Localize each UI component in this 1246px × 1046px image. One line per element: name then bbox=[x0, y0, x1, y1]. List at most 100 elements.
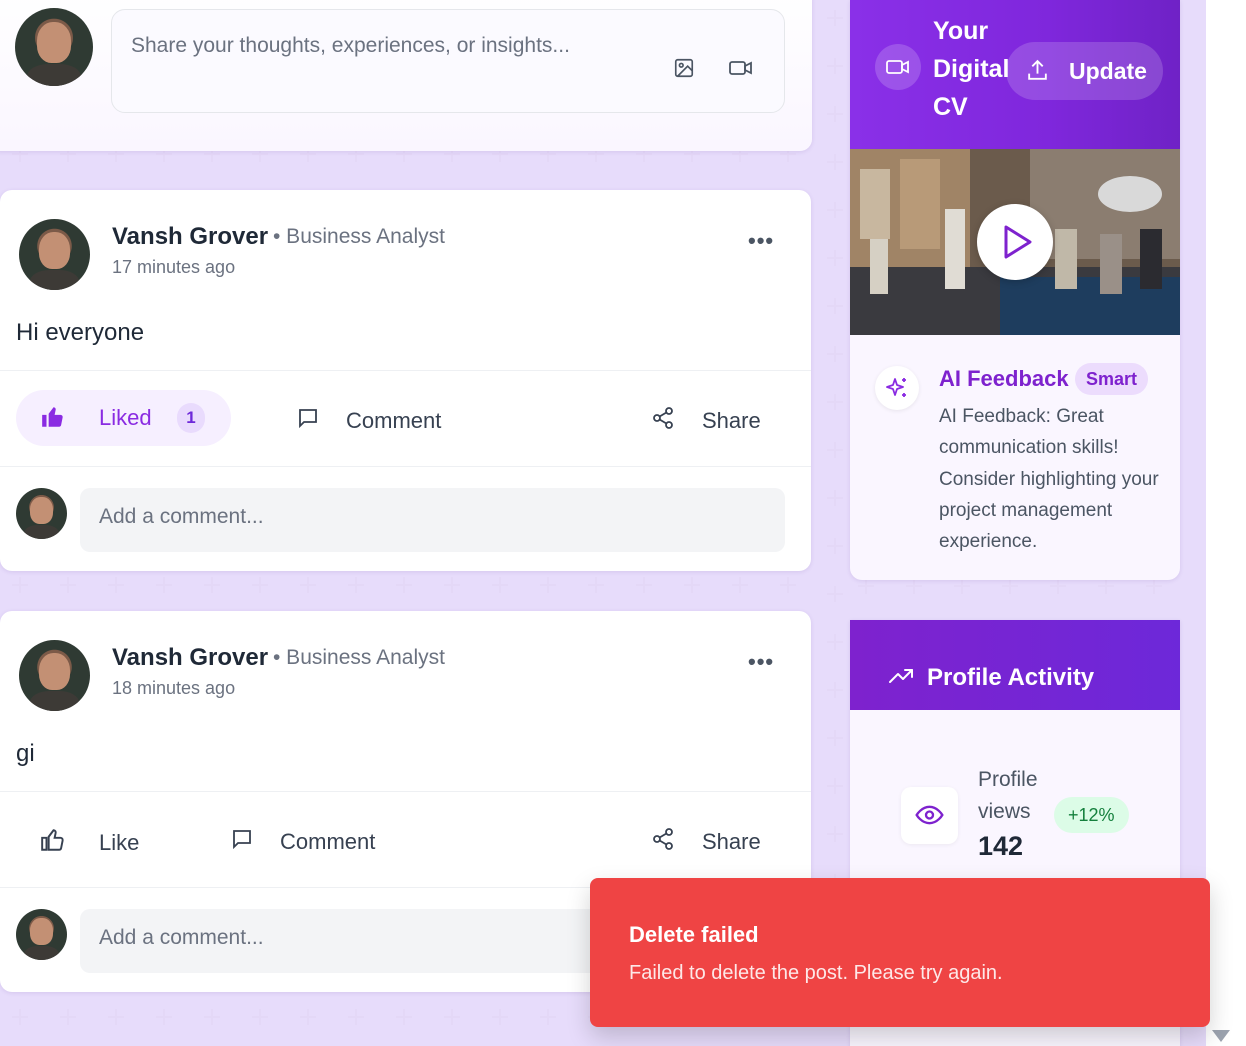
background-plus bbox=[156, 577, 172, 593]
background-plus bbox=[827, 250, 843, 266]
avatar[interactable] bbox=[15, 8, 93, 86]
background-plus bbox=[827, 778, 843, 794]
background-plus bbox=[827, 298, 843, 314]
background-plus bbox=[300, 577, 316, 593]
sparkles-icon bbox=[875, 366, 919, 410]
background-plus bbox=[108, 1009, 124, 1025]
comment-label: Comment bbox=[280, 829, 376, 854]
avatar[interactable] bbox=[19, 640, 90, 711]
comment-input[interactable]: Add a comment... bbox=[80, 488, 785, 552]
share-icon bbox=[651, 827, 675, 857]
update-cv-button[interactable]: Update bbox=[1006, 42, 1163, 100]
share-button[interactable]: Share bbox=[651, 406, 761, 436]
background-plus bbox=[300, 1009, 316, 1025]
thumbs-up-filled-icon bbox=[40, 404, 66, 435]
like-button[interactable]: Liked 1 bbox=[16, 390, 231, 446]
background-plus bbox=[396, 1009, 412, 1025]
profile-views-value: 142 bbox=[978, 831, 1024, 861]
toast-message: Failed to delete the post. Please try ag… bbox=[629, 962, 1003, 984]
background-plus bbox=[204, 1009, 220, 1025]
post-timestamp: 18 minutes ago bbox=[112, 678, 236, 698]
background-plus bbox=[348, 1009, 364, 1025]
digital-cv-card: Your Digital CV Update AI Feedback Smart… bbox=[850, 0, 1180, 580]
like-button[interactable]: Like bbox=[40, 827, 139, 859]
comment-label: Comment bbox=[346, 408, 442, 433]
ai-feedback-title: AI Feedback bbox=[939, 366, 1069, 391]
play-button[interactable] bbox=[977, 204, 1053, 280]
background-plus bbox=[827, 394, 843, 410]
background-plus bbox=[492, 1009, 508, 1025]
background-plus bbox=[108, 577, 124, 593]
cv-video-thumbnail[interactable] bbox=[850, 149, 1180, 335]
comment-placeholder: Add a comment... bbox=[99, 505, 264, 528]
share-icon bbox=[651, 406, 675, 436]
avatar bbox=[16, 909, 67, 960]
share-button[interactable]: Share bbox=[651, 827, 761, 857]
background-plus bbox=[827, 682, 843, 698]
like-label: Like bbox=[99, 830, 140, 855]
video-icon[interactable] bbox=[728, 57, 754, 84]
thumbs-up-icon bbox=[40, 827, 66, 859]
background-plus bbox=[906, 578, 922, 594]
comment-button[interactable]: Comment bbox=[296, 406, 441, 436]
profile-activity-header: Profile Activity bbox=[850, 620, 1180, 710]
background-plus bbox=[827, 154, 843, 170]
background-plus bbox=[252, 1009, 268, 1025]
toast-title: Delete failed bbox=[629, 922, 759, 947]
background-plus bbox=[732, 577, 748, 593]
profile-views-delta-badge: +12% bbox=[1054, 797, 1129, 833]
more-options-icon[interactable]: ••• bbox=[748, 228, 774, 254]
background-plus bbox=[348, 577, 364, 593]
background-plus bbox=[12, 1009, 28, 1025]
background-plus bbox=[780, 577, 796, 593]
background-plus bbox=[827, 442, 843, 458]
scrollbar-track[interactable] bbox=[1206, 0, 1246, 1046]
background-plus bbox=[396, 577, 412, 593]
background-plus bbox=[1050, 578, 1066, 594]
post-body: Hi everyone bbox=[16, 319, 145, 346]
error-toast[interactable]: Delete failed Failed to delete the post.… bbox=[590, 878, 1210, 1027]
background-plus bbox=[492, 577, 508, 593]
background-plus bbox=[827, 730, 843, 746]
background-plus bbox=[827, 634, 843, 650]
background-plus bbox=[12, 577, 28, 593]
post-author[interactable]: Vansh Grover bbox=[112, 644, 268, 672]
background-plus bbox=[60, 1009, 76, 1025]
trending-up-icon bbox=[888, 666, 914, 691]
post-author-role: • Business Analyst bbox=[273, 646, 445, 669]
background-plus bbox=[252, 577, 268, 593]
more-options-icon[interactable]: ••• bbox=[748, 649, 774, 675]
like-label: Liked bbox=[99, 405, 152, 430]
comment-icon bbox=[296, 406, 320, 436]
like-count: 1 bbox=[177, 403, 205, 433]
post-composer: Share your thoughts, experiences, or ins… bbox=[0, 0, 812, 151]
background-plus bbox=[954, 578, 970, 594]
upload-icon bbox=[1025, 58, 1050, 89]
background-plus bbox=[827, 10, 843, 26]
background-plus bbox=[156, 1009, 172, 1025]
share-label: Share bbox=[702, 408, 761, 433]
background-plus bbox=[1146, 578, 1162, 594]
divider bbox=[0, 466, 811, 467]
image-icon[interactable] bbox=[673, 57, 695, 84]
post-body: gi bbox=[16, 740, 35, 767]
scroll-down-arrow-icon[interactable] bbox=[1212, 1030, 1230, 1042]
background-plus bbox=[204, 577, 220, 593]
background-plus bbox=[858, 578, 874, 594]
background-plus bbox=[827, 58, 843, 74]
background-plus bbox=[444, 1009, 460, 1025]
profile-views-label: Profile views bbox=[978, 768, 1038, 823]
background-plus bbox=[827, 490, 843, 506]
comment-placeholder: Add a comment... bbox=[99, 926, 264, 949]
background-plus bbox=[540, 577, 556, 593]
eye-icon bbox=[901, 787, 958, 844]
background-plus bbox=[827, 106, 843, 122]
avatar[interactable] bbox=[19, 219, 90, 290]
comment-button[interactable]: Comment bbox=[230, 827, 375, 857]
composer-input[interactable]: Share your thoughts, experiences, or ins… bbox=[111, 9, 785, 113]
background-plus bbox=[588, 577, 604, 593]
update-cv-label: Update bbox=[1069, 58, 1147, 84]
background-plus bbox=[636, 577, 652, 593]
post-author[interactable]: Vansh Grover bbox=[112, 223, 268, 251]
background-plus bbox=[60, 577, 76, 593]
